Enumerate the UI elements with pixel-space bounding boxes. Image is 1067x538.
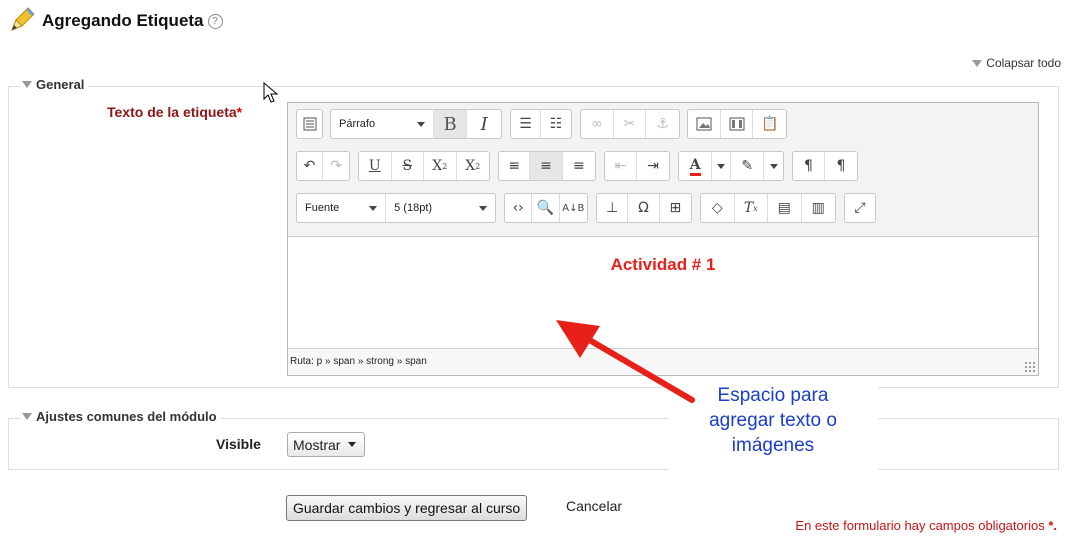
chevron-down-icon bbox=[479, 205, 487, 211]
italic-icon[interactable]: I bbox=[467, 110, 501, 138]
bullet-list-icon[interactable]: ☰ bbox=[511, 110, 541, 138]
paragraph-select-value: Párrafo bbox=[339, 118, 376, 130]
font-select-value: Fuente bbox=[305, 202, 340, 214]
text-color-icon[interactable]: A bbox=[679, 152, 713, 180]
clear-format-icon[interactable]: Tx bbox=[735, 194, 768, 222]
size-select[interactable]: 5 (18pt) bbox=[386, 194, 495, 222]
status-path-text: Ruta: p » span » strong » span bbox=[290, 356, 427, 367]
highlight-icon[interactable]: ✎ bbox=[731, 152, 765, 180]
omega-icon[interactable]: Ω bbox=[628, 194, 660, 222]
link-icon[interactable]: ∞ bbox=[581, 110, 614, 138]
save-and-return-button[interactable]: Guardar cambios y regresar al curso bbox=[286, 495, 528, 521]
paste-word-icon[interactable]: ▥ bbox=[802, 194, 835, 222]
find-icon[interactable]: 🔍 bbox=[532, 194, 560, 222]
superscript-icon[interactable]: X2 bbox=[457, 152, 489, 180]
annotation-line-3: imágenes bbox=[731, 435, 815, 456]
replace-icon[interactable]: A↓B bbox=[560, 194, 587, 222]
chevron-down-icon bbox=[369, 205, 378, 211]
page-header: Agregando Etiqueta ? bbox=[6, 6, 223, 36]
general-legend[interactable]: General bbox=[20, 77, 89, 92]
size-select-value: 5 (18pt) bbox=[394, 202, 433, 214]
module-legend-label: Ajustes comunes del módulo bbox=[36, 409, 217, 424]
visible-select-value: Mostrar bbox=[293, 436, 341, 453]
module-legend[interactable]: Ajustes comunes del módulo bbox=[20, 409, 221, 424]
insert-icon[interactable]: ⊥ bbox=[597, 194, 629, 222]
ltr-icon[interactable]: ¶ bbox=[793, 152, 826, 180]
editor-toolbar: Párrafo B I ☰ ☷ ∞ ✂ ⚓ 📋 ↶ ↷ U S X 2 X 2 … bbox=[288, 103, 1038, 237]
numbered-list-icon[interactable]: ☷ bbox=[541, 110, 571, 138]
label-text-label: Texto de la etiqueta bbox=[107, 104, 237, 120]
indent-icon[interactable]: ⇥ bbox=[637, 152, 669, 180]
annotation-line-2: agregar texto o bbox=[709, 410, 837, 431]
resize-grip-icon[interactable] bbox=[1024, 361, 1036, 373]
visible-select[interactable]: Mostrar bbox=[287, 432, 365, 457]
chevron-down-icon bbox=[769, 163, 778, 169]
align-right-icon[interactable]: ≡ bbox=[563, 152, 595, 180]
label-text-field: Texto de la etiqueta* bbox=[107, 104, 242, 120]
general-legend-label: General bbox=[36, 77, 85, 92]
rtl-icon[interactable]: ¶ bbox=[825, 152, 857, 180]
mouse-cursor-icon bbox=[263, 82, 279, 103]
align-center-icon[interactable]: ≡ bbox=[530, 152, 563, 180]
strikethrough-icon[interactable]: S bbox=[392, 152, 424, 180]
pencil-icon bbox=[11, 7, 35, 31]
text-color-dropdown[interactable] bbox=[712, 152, 732, 180]
chevron-down-icon bbox=[416, 121, 425, 127]
collapse-all-link[interactable]: Colapsar todo bbox=[972, 56, 1061, 70]
module-settings-section bbox=[8, 418, 1059, 470]
highlight-dropdown[interactable] bbox=[764, 152, 783, 180]
media-icon[interactable] bbox=[721, 110, 754, 138]
collapse-all-label: Colapsar todo bbox=[986, 56, 1061, 70]
paragraph-select[interactable]: Párrafo bbox=[331, 110, 434, 138]
required-star: * bbox=[236, 104, 243, 120]
expand-triangle-icon bbox=[22, 413, 32, 420]
kitchen-sink-icon[interactable] bbox=[297, 110, 322, 138]
subscript-icon[interactable]: X2 bbox=[424, 152, 457, 180]
unlink-icon[interactable]: ✂ bbox=[614, 110, 647, 138]
help-icon[interactable]: ? bbox=[207, 13, 223, 29]
undo-icon[interactable]: ↶ bbox=[297, 152, 324, 180]
underline-icon[interactable]: U bbox=[359, 152, 392, 180]
paste-text-icon[interactable]: ▤ bbox=[768, 194, 802, 222]
clean-icon[interactable]: ◇ bbox=[701, 194, 735, 222]
align-left-icon[interactable]: ≡ bbox=[499, 152, 531, 180]
cancel-link[interactable]: Cancelar bbox=[566, 498, 622, 514]
editor-content-text: Actividad # 1 bbox=[610, 255, 716, 274]
fullscreen-icon[interactable]: ⤢ bbox=[845, 194, 875, 222]
outdent-icon[interactable]: ⇤ bbox=[605, 152, 638, 180]
annotation-arrow bbox=[556, 320, 695, 403]
code-icon[interactable]: ‹› bbox=[505, 194, 533, 222]
required-note-star: *. bbox=[1048, 518, 1057, 533]
visible-label: Visible bbox=[216, 436, 261, 452]
expand-triangle-icon bbox=[22, 81, 32, 88]
image-icon[interactable] bbox=[688, 110, 721, 138]
paste-icon[interactable]: 📋 bbox=[753, 110, 786, 138]
required-fields-note: En este formulario hay campos obligatori… bbox=[795, 518, 1057, 533]
collapse-triangle-icon bbox=[972, 60, 983, 68]
table-icon[interactable]: ⊞ bbox=[660, 194, 691, 222]
chevron-down-icon bbox=[717, 163, 726, 169]
anchor-icon[interactable]: ⚓ bbox=[646, 110, 679, 138]
font-select[interactable]: Fuente bbox=[297, 194, 387, 222]
bold-icon[interactable]: B bbox=[433, 110, 468, 138]
redo-icon[interactable]: ↷ bbox=[323, 152, 349, 180]
chevron-down-icon bbox=[348, 442, 357, 447]
required-note-text: En este formulario hay campos obligatori… bbox=[795, 518, 1045, 533]
page-title: Agregando Etiqueta bbox=[42, 11, 204, 30]
